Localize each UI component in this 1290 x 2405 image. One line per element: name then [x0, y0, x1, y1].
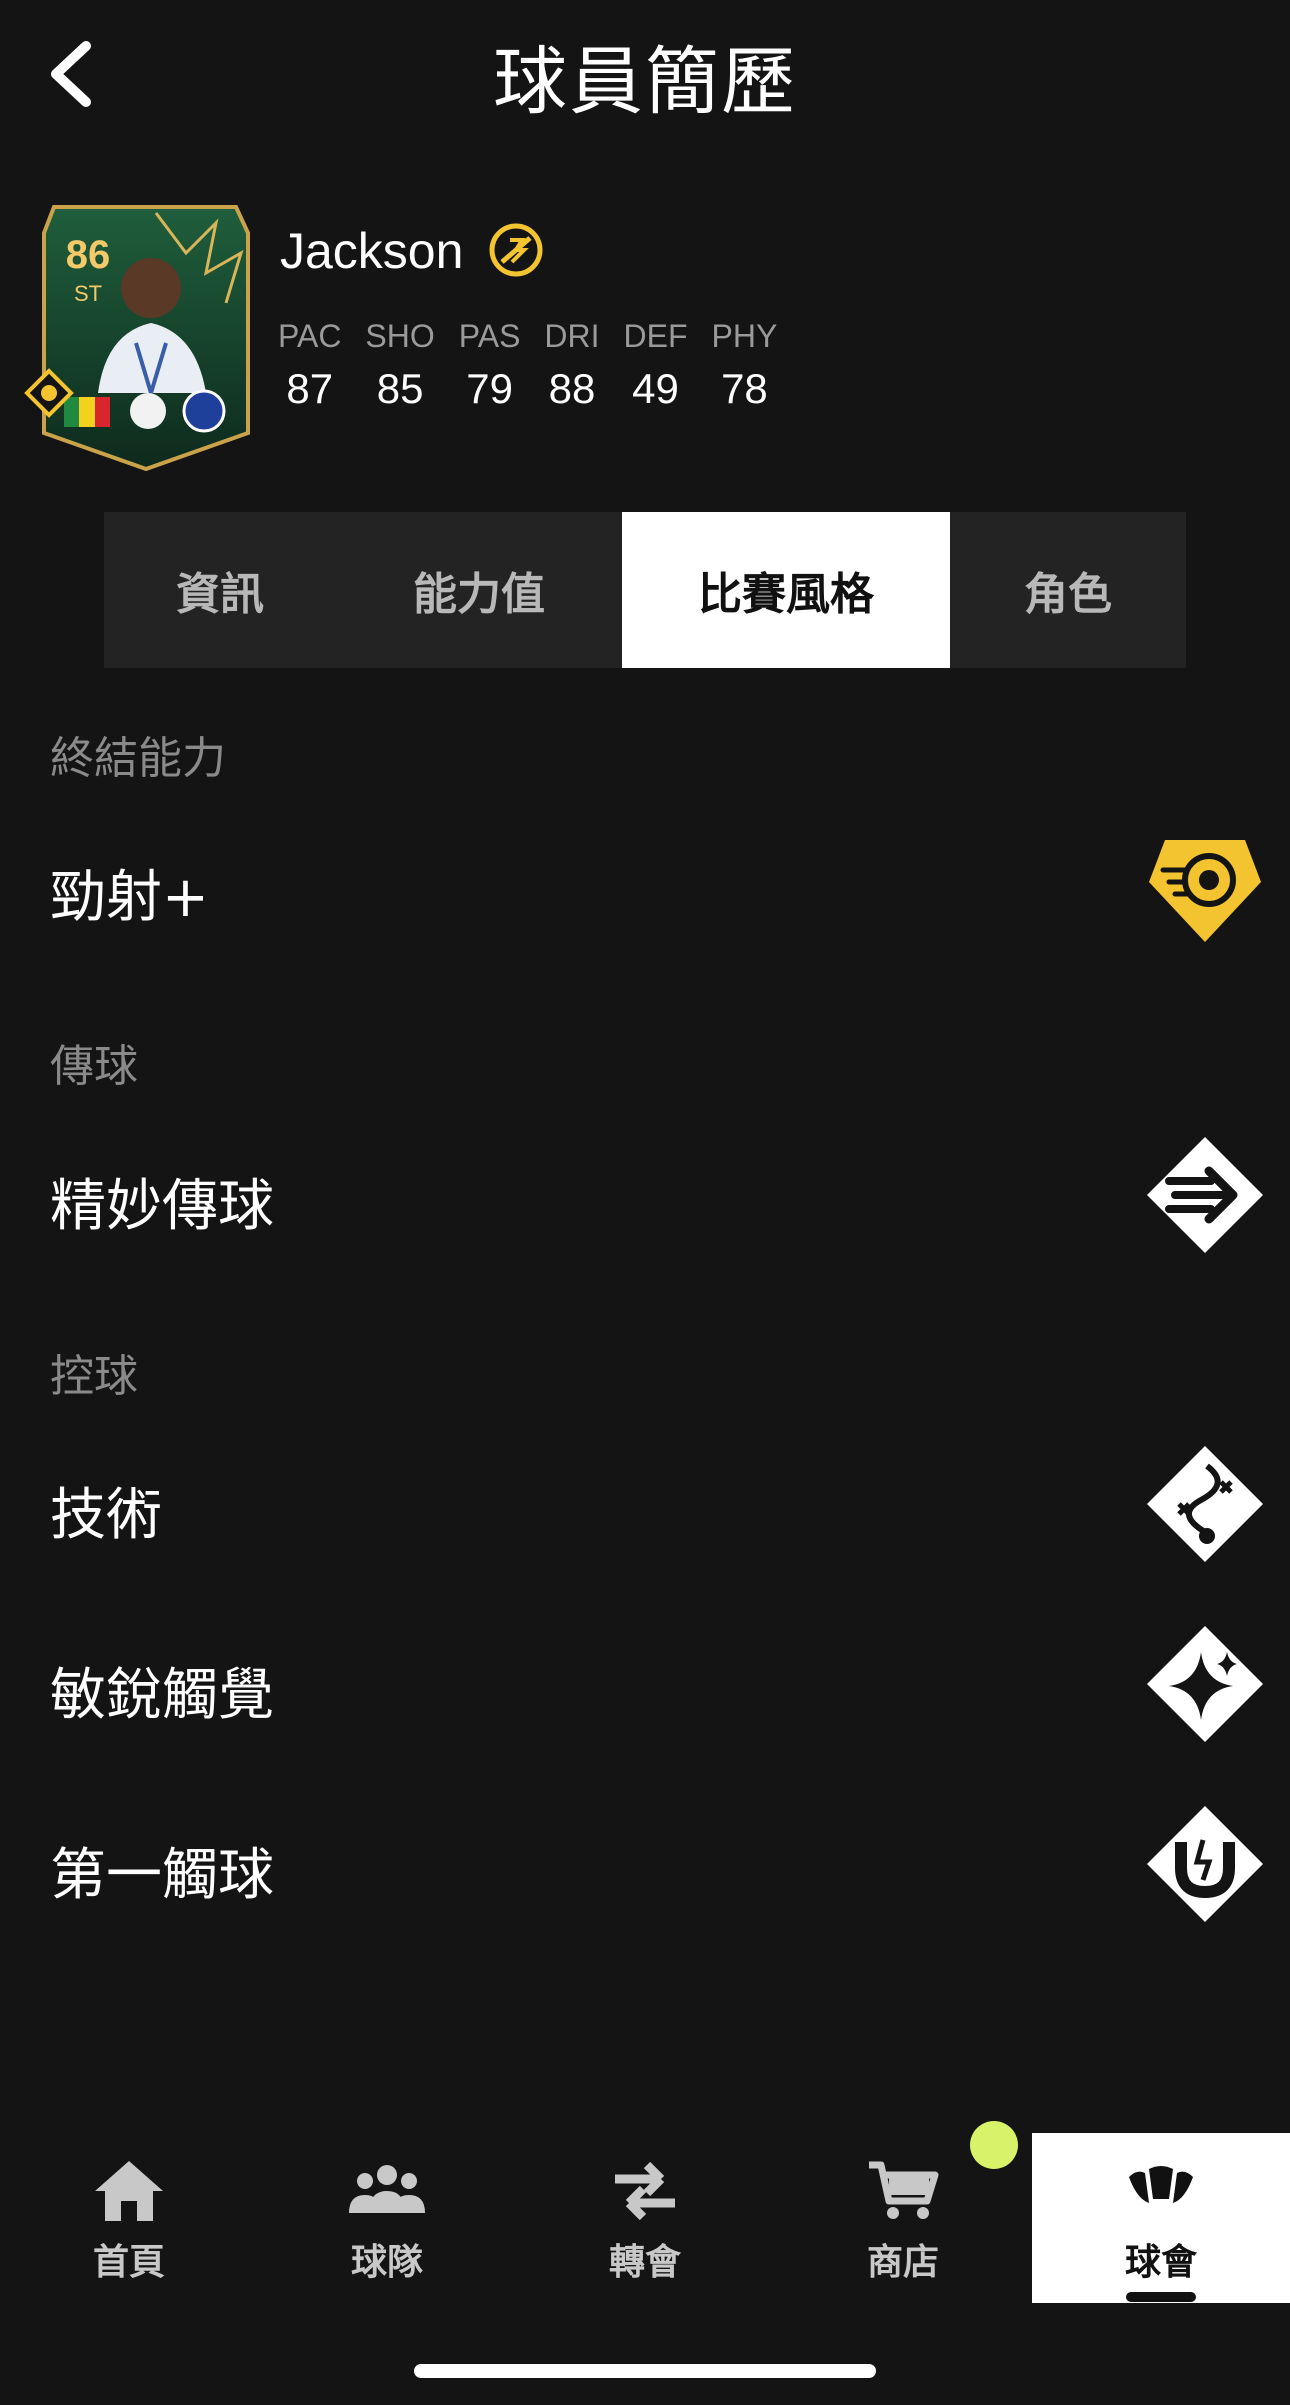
evolution-badge-icon[interactable] — [488, 222, 544, 278]
playstyle-label[interactable]: 精妙傳球 — [50, 1161, 274, 1242]
stat-pac: PAC 87 — [278, 318, 341, 413]
stat-label: DRI — [544, 318, 600, 354]
section-title-finishing: 終結能力 — [50, 733, 226, 784]
section-title-passing: 傳球 — [50, 1041, 138, 1092]
nav-label: 商店 — [866, 2242, 939, 2283]
player-profile-screen: 球員簡歷 86 ST Jackson PAC 87 SHO 85 PAS 79 … — [0, 0, 1290, 2405]
cart-icon — [869, 2161, 939, 2219]
tab-roles[interactable]: 角色 — [950, 512, 1186, 668]
stat-label: SHO — [365, 318, 435, 354]
nav-label: 球會 — [1124, 2242, 1197, 2283]
nav-label: 轉會 — [608, 2242, 681, 2283]
magnet-icon[interactable] — [1145, 1804, 1265, 1924]
card-position: ST — [73, 281, 103, 306]
nav-transfers[interactable]: 轉會 — [516, 2133, 774, 2303]
tab-playstyles[interactable]: 比賽風格 — [622, 512, 950, 668]
card-rating: 86 — [65, 233, 111, 277]
stat-label: PHY — [711, 318, 778, 354]
notification-dot — [970, 2121, 1018, 2169]
tab-info[interactable]: 資訊 — [104, 512, 336, 668]
power-shot-plus-icon[interactable] — [1145, 826, 1265, 946]
playstyle-label[interactable]: 第一觸球 — [50, 1830, 274, 1911]
incisive-pass-icon[interactable] — [1145, 1135, 1265, 1255]
active-tab-indicator — [1126, 2292, 1196, 2302]
transfer-icon — [615, 2161, 675, 2221]
nav-label: 首頁 — [92, 2242, 165, 2283]
stat-value: 78 — [721, 365, 768, 412]
stat-value: 79 — [466, 365, 513, 412]
stat-value: 49 — [632, 365, 679, 412]
stat-label: PAS — [458, 318, 521, 354]
playstyle-label[interactable]: 技術 — [50, 1470, 162, 1551]
playstyle-plus-badge-icon — [24, 368, 74, 418]
nav-home[interactable]: 首頁 — [0, 2133, 258, 2303]
stat-value: 85 — [376, 365, 424, 412]
playstyle-label[interactable]: 敏銳觸覺 — [50, 1650, 274, 1731]
stat-value: 87 — [286, 365, 334, 412]
sparkle-icon[interactable] — [1145, 1624, 1265, 1744]
player-stats: PAC 87 SHO 85 PAS 79 DRI 88 DEF 49 PHY 7… — [278, 318, 801, 413]
tab-attributes[interactable]: 能力值 — [336, 512, 622, 668]
page-title: 球員簡歷 — [493, 39, 797, 125]
stat-phy: PHY 78 — [712, 318, 778, 413]
stat-label: PAC — [278, 318, 342, 354]
stat-value: 88 — [548, 365, 596, 412]
stat-pas: PAS 79 — [459, 318, 521, 413]
stat-def: DEF 49 — [624, 318, 688, 413]
nav-label: 球隊 — [350, 2242, 423, 2283]
stat-label: DEF — [623, 318, 688, 354]
technical-icon[interactable] — [1145, 1444, 1265, 1564]
stat-dri: DRI 88 — [544, 318, 599, 413]
player-name: Jackson — [280, 223, 464, 279]
section-title-ball-control: 控球 — [50, 1351, 138, 1402]
profile-tabs: 資訊 能力值 比賽風格 角色 — [104, 512, 1186, 668]
team-icon — [349, 2165, 425, 2213]
club-icon — [1129, 2166, 1193, 2203]
nav-team[interactable]: 球隊 — [258, 2133, 516, 2303]
playstyle-label[interactable]: 勁射+ — [50, 852, 209, 933]
nav-club[interactable]: 球會 — [1032, 2133, 1290, 2303]
bottom-navigation: 首頁 球隊 轉會 商店 球會 — [0, 2133, 1290, 2303]
home-icon — [95, 2161, 163, 2221]
player-card[interactable]: 86 ST — [24, 193, 256, 473]
stat-sho: SHO 85 — [365, 318, 434, 413]
home-indicator[interactable] — [414, 2364, 876, 2378]
